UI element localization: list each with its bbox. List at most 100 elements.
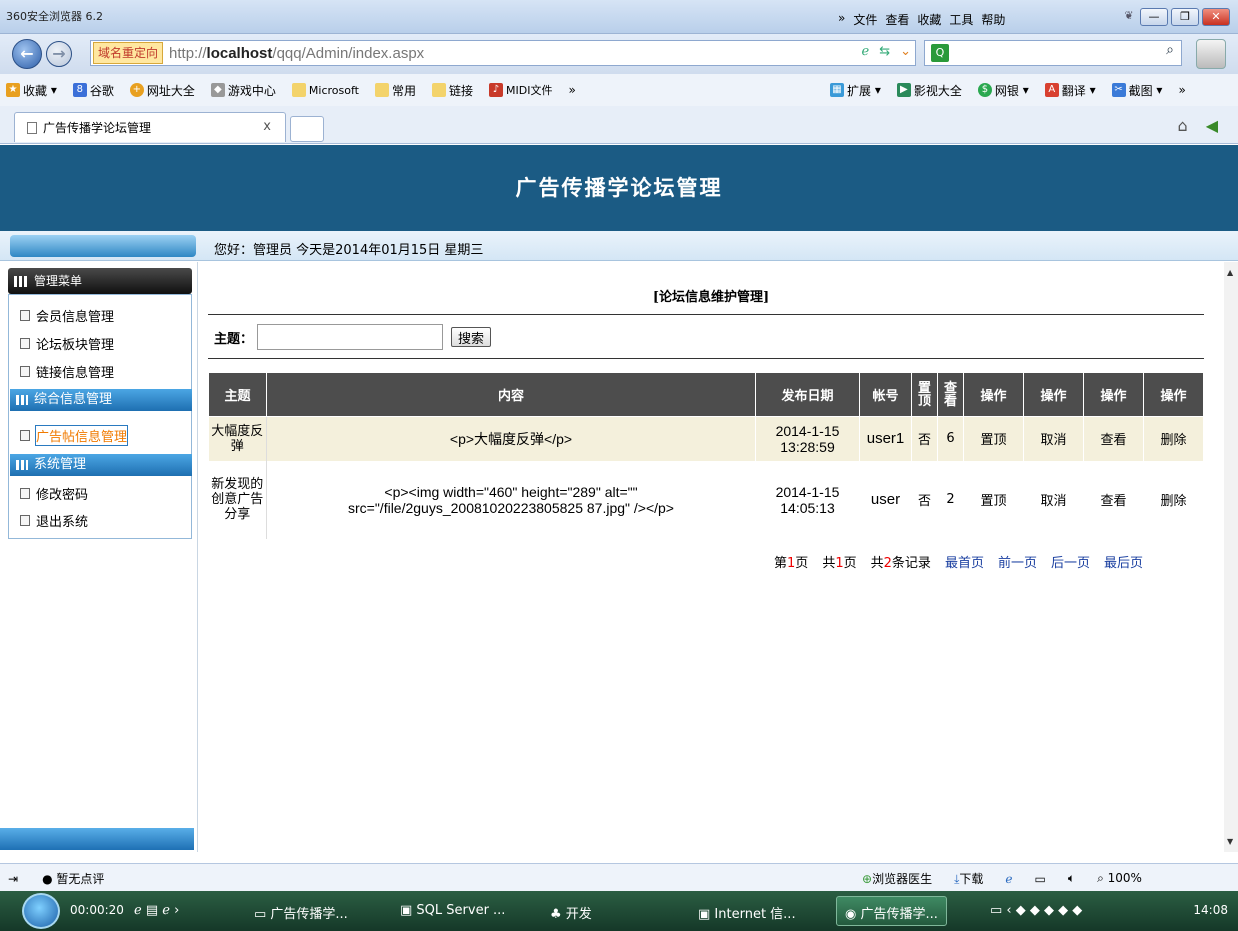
sidebar-item-boards[interactable]: 论坛板块管理	[20, 334, 114, 353]
minimize-button[interactable]: —	[1140, 8, 1168, 26]
fav-google[interactable]: 8 谷歌	[72, 82, 114, 99]
back-button[interactable]: ←	[12, 39, 42, 69]
zoom-control[interactable]: ⌕ 100%	[1097, 871, 1142, 886]
user-avatar-icon[interactable]	[1196, 39, 1226, 69]
system-tray-icons[interactable]: ▭ ‹ ◆ ◆ ◆ ◆ ◆	[990, 903, 1082, 918]
search-engine-box[interactable]: Q	[924, 40, 1182, 66]
page-scrollbar[interactable]: ▲ ▼	[1224, 262, 1238, 852]
last-page-link[interactable]: 最后页	[1104, 552, 1143, 571]
section-comprehensive[interactable]: 综合信息管理	[10, 389, 192, 411]
site-title: 广告传播学论坛管理	[515, 175, 723, 200]
taskbar-item-sql[interactable]: ▣ SQL Server ...	[400, 903, 505, 918]
new-tab-button[interactable]	[290, 116, 324, 142]
window-controls: ❦ — ❐ ✕	[1121, 8, 1230, 26]
fav-bank[interactable]: $ 网银 ▾	[977, 82, 1029, 99]
sidebar-item-logout[interactable]: 退出系统	[20, 511, 88, 530]
gamepad-icon: ◆	[210, 83, 225, 97]
delete-link[interactable]: 删除	[1143, 416, 1204, 461]
quicklaunch-icons[interactable]: ℯ ▤ ℯ ›	[134, 903, 179, 918]
app-title: 360安全浏览器 6.2	[6, 10, 103, 23]
scroll-up-icon[interactable]: ▲	[1227, 268, 1233, 277]
first-page-link[interactable]: 最首页	[945, 552, 984, 571]
window-icon[interactable]: ▭	[1035, 872, 1046, 886]
taskbar-item-dev[interactable]: ♣ 开发	[550, 903, 592, 922]
taskbar-item-iis[interactable]: ▣ Internet 信...	[698, 903, 796, 922]
rating-item[interactable]: ● 暂无点评	[42, 870, 104, 887]
menu-tools[interactable]: 工具	[949, 11, 973, 28]
menu-more[interactable]: »	[838, 11, 845, 28]
url-text[interactable]: http://localhost/qqq/Admin/index.aspx	[169, 45, 424, 62]
browser-doctor[interactable]: ⊕浏览器医生	[862, 870, 932, 887]
bank-icon: $	[977, 83, 992, 97]
prev-page-link[interactable]: 前一页	[998, 552, 1037, 571]
page-icon	[27, 121, 37, 134]
next-page-link[interactable]: 后一页	[1051, 552, 1090, 571]
tab-forum-admin[interactable]: 广告传播学论坛管理 x	[14, 112, 286, 142]
tab-close-icon[interactable]: x	[263, 119, 271, 134]
address-bar[interactable]: 域名重定向 http://localhost/qqq/Admin/index.a…	[90, 40, 916, 66]
sidebar-item-links[interactable]: 链接信息管理	[20, 362, 114, 381]
ie-mode-icon[interactable]: ℯ	[1005, 872, 1012, 886]
taskbar-timer: 00:00:20	[70, 903, 124, 917]
unpin-link[interactable]: 取消	[1023, 460, 1084, 539]
restore-tab-icon[interactable]: ◀	[1206, 116, 1218, 135]
refresh-icon[interactable]: ⇆	[879, 44, 890, 59]
menu-view[interactable]: 查看	[885, 11, 909, 28]
iis-icon: ▣	[698, 907, 715, 922]
view-link[interactable]: 查看	[1083, 460, 1144, 539]
taskbar-clock: 14:08	[1193, 903, 1228, 917]
status-toggle-icon[interactable]: ⇥	[8, 872, 18, 886]
unpin-link[interactable]: 取消	[1023, 416, 1084, 461]
home-icon[interactable]: ⌂	[1178, 116, 1188, 135]
sidebar-item-members[interactable]: 会员信息管理	[20, 306, 114, 325]
search-engine-icon[interactable]: Q	[931, 44, 949, 62]
fav-links[interactable]: 链接	[431, 82, 473, 99]
start-button[interactable]	[22, 893, 60, 929]
search-button[interactable]: 搜索	[451, 327, 492, 347]
search-row: 主题： 搜索	[214, 324, 492, 350]
section-system[interactable]: 系统管理	[10, 454, 192, 476]
fav-screenshot[interactable]: ✂ 截图 ▾	[1111, 82, 1162, 99]
fav-right-more[interactable]: »	[1178, 83, 1185, 97]
sidebar-item-posts[interactable]: 广告帖信息管理	[20, 425, 129, 446]
fav-extensions[interactable]: ▦ 扩展 ▾	[830, 82, 881, 99]
posts-link[interactable]: 广告帖信息管理	[34, 425, 129, 446]
fav-midi[interactable]: ♪ MIDI文件	[489, 82, 552, 98]
fav-more[interactable]: »	[568, 83, 575, 97]
skin-icon[interactable]: ❦	[1121, 8, 1137, 26]
close-button[interactable]: ✕	[1202, 8, 1230, 26]
browser-title-bar: 360安全浏览器 6.2 » 文件 查看 收藏 工具 帮助 ❦ — ❐ ✕	[0, 0, 1238, 34]
taskbar-item-folder[interactable]: ▭ 广告传播学...	[254, 903, 348, 922]
fav-microsoft[interactable]: Microsoft	[291, 83, 359, 97]
pin-link[interactable]: 置顶	[963, 416, 1024, 461]
scroll-down-icon[interactable]: ▼	[1227, 837, 1233, 846]
forward-button[interactable]: →	[46, 41, 72, 67]
fav-collect[interactable]: ★ 收藏 ▾	[6, 82, 57, 99]
dropdown-chevron-icon[interactable]: ⌄	[900, 44, 911, 59]
ie-compat-icon[interactable]: ℯ	[861, 44, 869, 59]
sidebar-item-password[interactable]: 修改密码	[20, 484, 88, 503]
fav-games[interactable]: ◆ 游戏中心	[210, 82, 276, 99]
delete-link[interactable]: 删除	[1143, 460, 1204, 539]
fav-common[interactable]: 常用	[374, 82, 416, 99]
redirect-badge[interactable]: 域名重定向	[93, 42, 164, 64]
download-item[interactable]: ⤓下载	[954, 870, 983, 887]
fav-translate[interactable]: A 翻译 ▾	[1044, 82, 1096, 99]
search-icon[interactable]: ⌕	[1160, 42, 1180, 62]
taskbar-item-browser[interactable]: ◉ 广告传播学...	[836, 896, 947, 926]
col-action-1: 操作	[963, 372, 1024, 417]
col-account: 帐号	[859, 372, 912, 417]
search-input[interactable]	[257, 324, 444, 350]
total-pages: 共1页	[822, 556, 857, 571]
pager: 第1页 共1页 共2条记录 最首页 前一页 后一页 最后页	[774, 552, 1143, 571]
fav-video[interactable]: ▶ 影视大全	[896, 82, 962, 99]
maximize-button[interactable]: ❐	[1171, 8, 1199, 26]
menu-file[interactable]: 文件	[853, 11, 877, 28]
video-icon: ▶	[896, 83, 911, 97]
view-link[interactable]: 查看	[1083, 416, 1144, 461]
menu-help[interactable]: 帮助	[981, 11, 1005, 28]
menu-favorites[interactable]: 收藏	[917, 11, 941, 28]
pin-link[interactable]: 置顶	[963, 460, 1024, 539]
sound-icon[interactable]: 🔈︎	[1068, 871, 1075, 886]
fav-sites[interactable]: + 网址大全	[129, 82, 195, 99]
